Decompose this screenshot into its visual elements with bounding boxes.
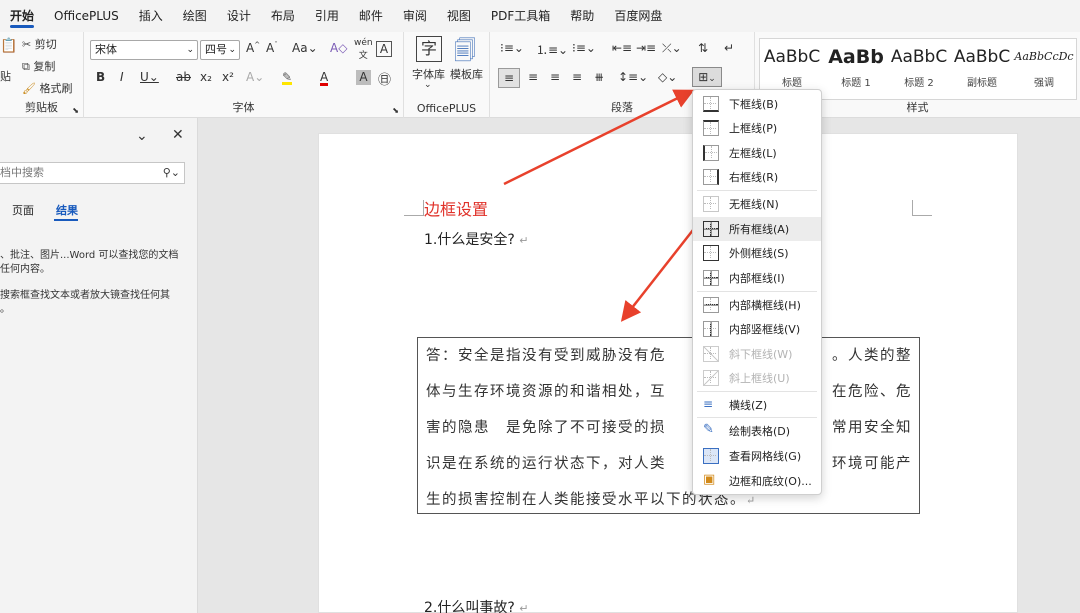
menu-item-label: 内部框线(I) (729, 272, 785, 285)
menu-item-no-border[interactable]: 无框线(N) (693, 192, 821, 216)
menu-item-top-border[interactable]: 上框线(P) (693, 116, 821, 140)
inside-vertical-border-icon (703, 321, 719, 337)
right-border-icon (703, 169, 719, 185)
gridlines-icon (703, 448, 719, 464)
left-border-icon (703, 145, 719, 161)
menu-item-bottom-border[interactable]: 下框线(B) (693, 92, 821, 116)
draw-table-icon: ✎ (703, 422, 714, 437)
no-border-icon (703, 196, 719, 212)
menu-item-label: 斜下框线(W) (729, 348, 793, 361)
menu-item-inside-vertical[interactable]: 内部竖框线(V) (693, 317, 821, 341)
menu-item-label: 左框线(L) (729, 147, 777, 160)
borders-dropdown: 下框线(B) 上框线(P) 左框线(L) 右框线(R) 无框线(N) 所有框线(… (692, 89, 822, 495)
menu-separator (697, 291, 817, 292)
word-app: 开始 OfficePLUS 插入 绘图 设计 布局 引用 邮件 审阅 视图 PD… (0, 0, 1080, 613)
menu-item-label: 斜上框线(U) (729, 372, 790, 385)
menu-item-borders-shading[interactable]: ▣ 边框和底纹(O)... (693, 469, 821, 493)
inside-horizontal-border-icon (703, 297, 719, 313)
menu-item-label: 右框线(R) (729, 171, 779, 184)
horizontal-line-icon: ≡ (703, 397, 714, 411)
menu-separator (697, 417, 817, 418)
menu-item-diagonal-up: 斜上框线(U) (693, 366, 821, 390)
menu-item-label: 内部横框线(H) (729, 299, 801, 312)
menu-item-view-gridlines[interactable]: 查看网格线(G) (693, 444, 821, 468)
bottom-border-icon (703, 96, 719, 112)
menu-item-label: 外侧框线(S) (729, 247, 789, 260)
menu-item-inside-horizontal[interactable]: 内部横框线(H) (693, 293, 821, 317)
menu-item-label: 边框和底纹(O)... (729, 475, 812, 488)
menu-item-label: 无框线(N) (729, 198, 779, 211)
menu-item-label: 所有框线(A) (729, 223, 790, 236)
menu-item-label: 绘制表格(D) (729, 425, 791, 438)
menu-item-diagonal-down: 斜下框线(W) (693, 342, 821, 366)
arrow-to-borders-button (503, 89, 695, 186)
arrow-to-paragraph (620, 229, 694, 322)
top-border-icon (703, 120, 719, 136)
menu-item-label: 下框线(B) (729, 98, 779, 111)
diagonal-down-border-icon (703, 346, 719, 362)
menu-item-label: 查看网格线(G) (729, 450, 802, 463)
menu-item-horizontal-line[interactable]: ≡ 横线(Z) (693, 393, 821, 417)
menu-separator (697, 391, 817, 392)
menu-item-inside-borders[interactable]: 内部框线(I) (693, 266, 821, 290)
menu-item-label: 内部竖框线(V) (729, 323, 801, 336)
menu-item-outside-borders[interactable]: 外侧框线(S) (693, 241, 821, 265)
menu-separator (697, 190, 817, 191)
all-borders-icon (703, 221, 719, 237)
outside-borders-icon (703, 245, 719, 261)
inside-borders-icon (703, 270, 719, 286)
diagonal-up-border-icon (703, 370, 719, 386)
menu-item-right-border[interactable]: 右框线(R) (693, 165, 821, 189)
menu-item-left-border[interactable]: 左框线(L) (693, 141, 821, 165)
menu-item-draw-table[interactable]: ✎ 绘制表格(D) (693, 419, 821, 443)
menu-item-all-borders[interactable]: 所有框线(A) (693, 217, 821, 241)
annotation-arrows (503, 89, 695, 322)
borders-shading-icon: ▣ (703, 472, 716, 487)
menu-item-label: 上框线(P) (729, 122, 778, 135)
menu-item-label: 横线(Z) (729, 399, 768, 412)
